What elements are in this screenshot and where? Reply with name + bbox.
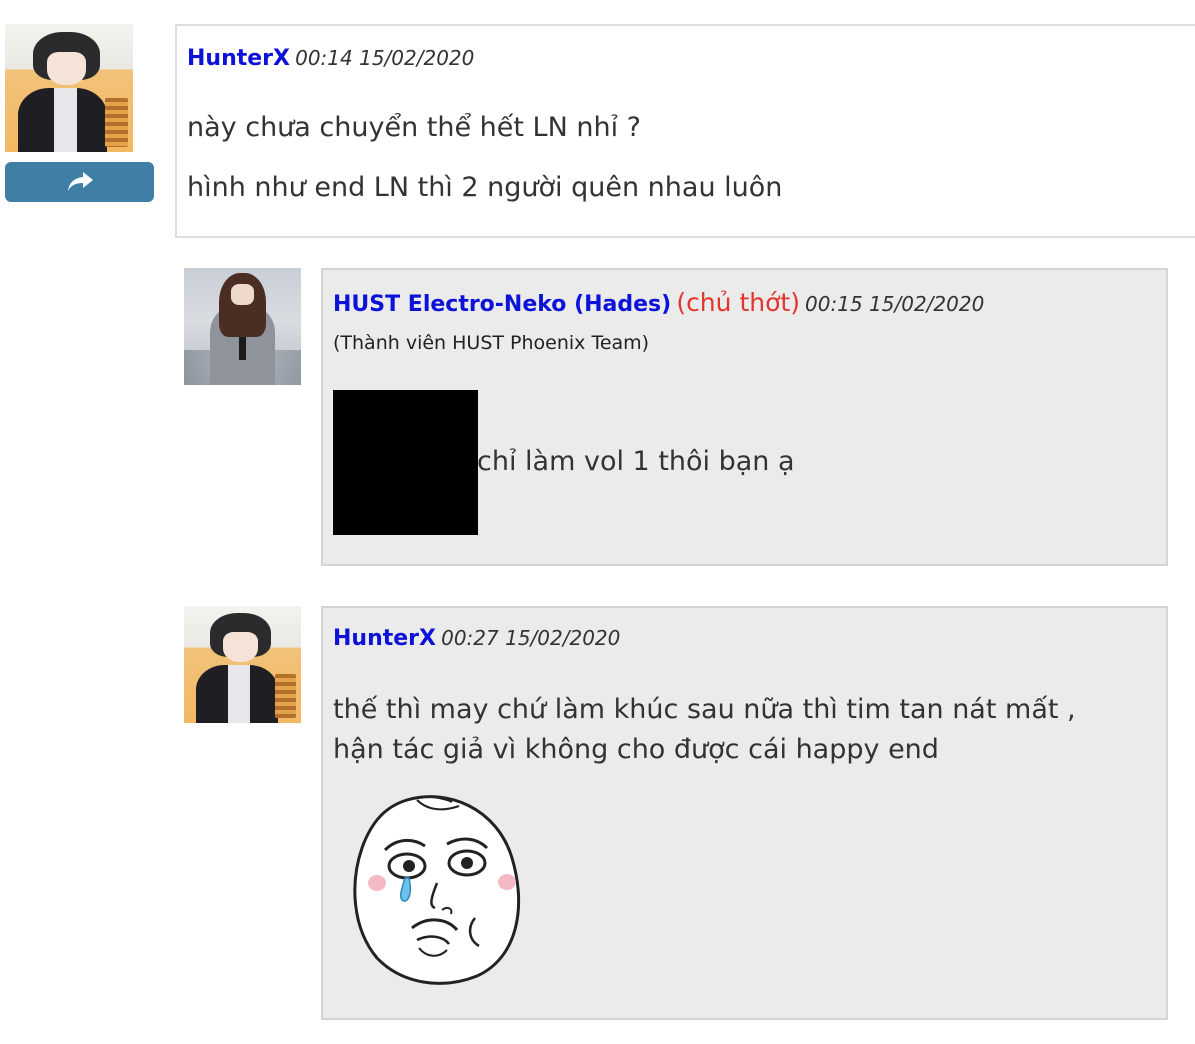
avatar-face — [47, 52, 86, 86]
avatar-face — [222, 631, 258, 663]
user-avatar[interactable] — [184, 268, 301, 385]
reply-text: hận tác giả vì không cho được cái happy … — [333, 734, 939, 765]
reply-box: HunterX 00:27 15/02/2020 thế thì may chứ… — [321, 606, 1168, 1020]
crying-meme-face-sticker — [353, 795, 521, 985]
member-label: (Thành viên HUST Phoenix Team) — [333, 332, 650, 354]
avatar-face — [230, 284, 255, 306]
avatar-cup — [275, 673, 297, 719]
avatar-shirt — [53, 88, 77, 152]
comment-thread: HunterX 00:14 15/02/2020 này chưa chuyển… — [0, 0, 1195, 1044]
reply-text: thế thì may chứ làm khúc sau nữa thì tim… — [333, 694, 1076, 725]
avatar-cup — [104, 98, 128, 147]
comment-time: 00:15 15/02/2020 — [805, 292, 985, 316]
share-button[interactable] — [5, 162, 154, 202]
author-link[interactable]: HunterX — [333, 626, 436, 651]
comment-box: HunterX 00:14 15/02/2020 này chưa chuyển… — [175, 24, 1195, 238]
comment-header: HunterX 00:14 15/02/2020 — [187, 46, 474, 71]
avatar-shirt — [228, 664, 250, 723]
author-link[interactable]: HunterX — [187, 46, 290, 71]
embedded-image — [333, 390, 478, 535]
comment-line: này chưa chuyển thể hết LN nhỉ ? — [187, 112, 642, 143]
op-badge: (chủ thớt) — [676, 288, 800, 317]
user-avatar[interactable] — [184, 606, 301, 723]
share-arrow-icon — [67, 172, 93, 191]
reply-box: HUST Electro-Neko (Hades) (chủ thớt) 00:… — [321, 268, 1168, 566]
user-avatar[interactable] — [5, 24, 133, 152]
author-link[interactable]: HUST Electro-Neko (Hades) — [333, 292, 671, 317]
comment-time: 00:27 15/02/2020 — [441, 626, 621, 650]
comment-time: 00:14 15/02/2020 — [295, 46, 475, 70]
reply-header: HunterX 00:27 15/02/2020 — [333, 626, 620, 651]
comment-line: hình như end LN thì 2 người quên nhau lu… — [187, 172, 783, 203]
reply-header: HUST Electro-Neko (Hades) (chủ thớt) 00:… — [333, 288, 984, 317]
reply-text: chỉ làm vol 1 thôi bạn ạ — [477, 446, 795, 477]
